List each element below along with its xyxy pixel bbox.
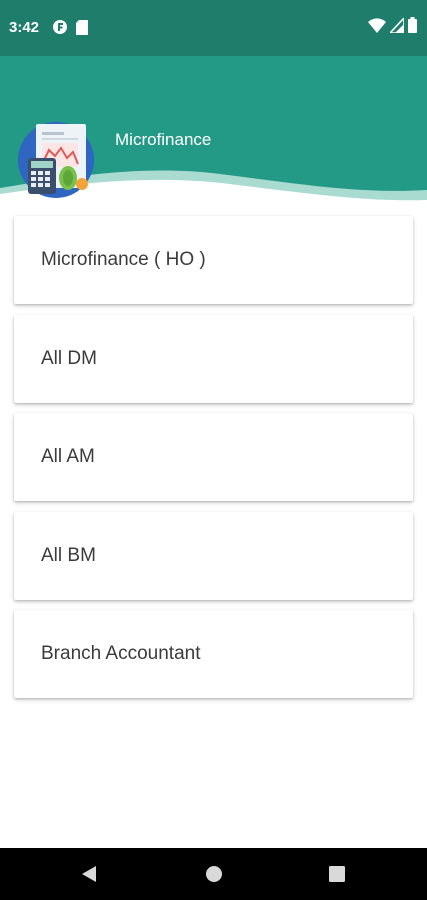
battery-icon xyxy=(408,17,417,33)
recents-icon[interactable] xyxy=(328,864,346,889)
app-notification-icon xyxy=(53,20,67,34)
sd-card-icon xyxy=(76,19,88,35)
status-bar: 3:42 xyxy=(0,0,427,56)
status-icons-left xyxy=(52,19,88,35)
status-time: 3:42 xyxy=(9,19,40,36)
menu-card-all-dm[interactable]: All DM xyxy=(14,314,413,403)
system-nav-bar xyxy=(0,848,427,900)
app-header: Microfinance xyxy=(0,56,427,206)
status-icons-right xyxy=(368,17,417,33)
back-icon[interactable] xyxy=(80,864,98,889)
wifi-icon xyxy=(368,17,386,33)
header-title: Microfinance xyxy=(115,130,212,149)
home-icon[interactable] xyxy=(205,864,223,889)
finance-report-calculator-icon xyxy=(16,118,96,198)
menu-card-all-bm[interactable]: All BM xyxy=(14,511,413,600)
menu-card-list: Microfinance ( HO ) All DM All AM All BM… xyxy=(14,216,413,709)
cell-signal-icon xyxy=(390,17,404,33)
menu-card-branch-accountant[interactable]: Branch Accountant xyxy=(14,610,413,698)
menu-card-microfinance-ho[interactable]: Microfinance ( HO ) xyxy=(14,216,413,304)
menu-card-all-am[interactable]: All AM xyxy=(14,413,413,501)
